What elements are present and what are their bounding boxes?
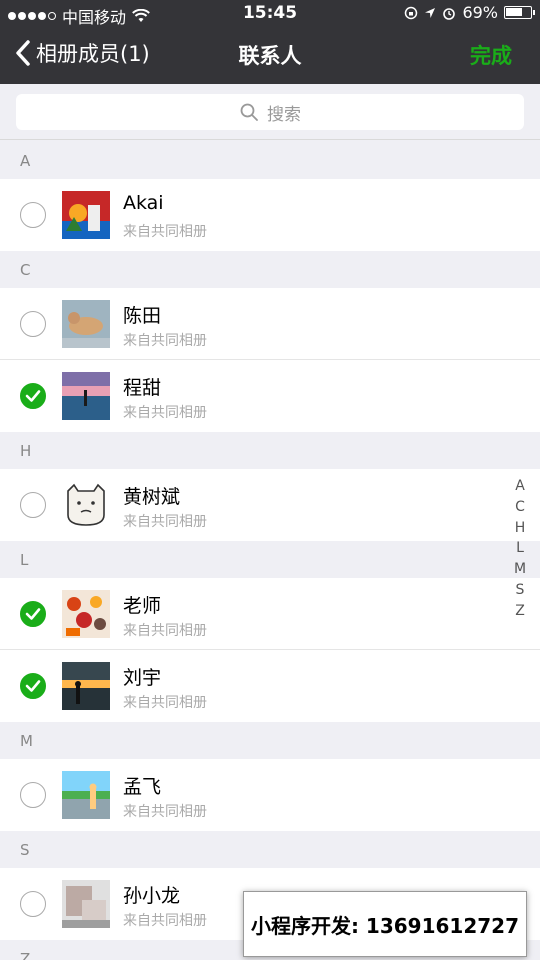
status-right: 69% — [404, 3, 535, 22]
checkmark-icon — [25, 608, 41, 620]
avatar — [62, 191, 110, 239]
index-letter-l[interactable]: L — [516, 538, 524, 559]
done-button[interactable]: 完成 — [470, 40, 512, 70]
contact-name: Akai — [123, 192, 164, 214]
contact-subtitle: 来自共同相册 — [123, 224, 207, 240]
contact-subtitle: 来自共同相册 — [123, 623, 207, 639]
contact-name: 陈田 — [123, 305, 162, 327]
search-placeholder: 搜索 — [267, 104, 301, 125]
section-header-m: M — [0, 722, 540, 759]
contact-name: 刘宇 — [123, 667, 162, 689]
contact-row[interactable]: Akai 来自共同相册 — [0, 179, 540, 251]
rotation-lock-icon — [405, 6, 418, 19]
avatar — [62, 372, 110, 420]
contact-row[interactable]: 程甜 来自共同相册 — [0, 360, 540, 432]
select-checkbox[interactable] — [20, 202, 46, 228]
contact-subtitle: 来自共同相册 — [123, 405, 207, 421]
index-letter-a[interactable]: A — [515, 476, 525, 497]
avatar — [62, 590, 110, 638]
section-header-a: A — [0, 142, 540, 179]
contact-row[interactable]: 老师 来自共同相册 — [0, 578, 540, 650]
battery-percent: 69% — [462, 3, 498, 22]
select-checkbox[interactable] — [20, 601, 46, 627]
alarm-icon — [443, 7, 456, 20]
contact-row[interactable]: 陈田 来自共同相册 — [0, 288, 540, 360]
contact-name: 程甜 — [123, 377, 162, 399]
checkmark-icon — [25, 680, 41, 692]
avatar — [62, 771, 110, 819]
index-letter-z[interactable]: Z — [515, 601, 525, 622]
contact-list: A Akai 来自共同相册 C 陈田 来自共同相册 程甜 来自共同相册 H 黄树… — [0, 142, 540, 960]
index-letter-m[interactable]: M — [514, 559, 526, 580]
promo-banner: 小程序开发: 13691612727 — [243, 891, 527, 957]
search-area: 搜索 — [0, 84, 540, 140]
section-header-c: C — [0, 251, 540, 288]
navigation-bar: 相册成员(1) 联系人 完成 — [0, 28, 540, 84]
alphabet-index[interactable]: A C H L M S Z — [508, 476, 532, 622]
battery-icon — [504, 6, 535, 19]
contact-name: 老师 — [123, 595, 162, 617]
section-header-s: S — [0, 831, 540, 868]
index-letter-s[interactable]: S — [516, 580, 525, 601]
avatar — [62, 662, 110, 710]
avatar — [62, 880, 110, 928]
contact-subtitle: 来自共同相册 — [123, 695, 207, 711]
avatar — [62, 300, 110, 348]
search-input[interactable]: 搜索 — [16, 94, 524, 130]
select-checkbox[interactable] — [20, 673, 46, 699]
search-icon — [240, 103, 258, 121]
location-arrow-icon — [425, 7, 436, 18]
select-checkbox[interactable] — [20, 891, 46, 917]
avatar — [62, 481, 110, 529]
contact-subtitle: 来自共同相册 — [123, 514, 207, 530]
chevron-left-icon — [16, 40, 30, 66]
section-header-h: H — [0, 432, 540, 469]
index-letter-h[interactable]: H — [515, 518, 526, 539]
contact-name: 孟飞 — [123, 776, 162, 798]
contact-name: 黄树斌 — [123, 486, 181, 508]
contact-row[interactable]: 刘宇 来自共同相册 — [0, 650, 540, 722]
status-bar: 中国移动 15:45 69% — [0, 0, 540, 28]
contact-subtitle: 来自共同相册 — [123, 804, 207, 820]
contact-subtitle: 来自共同相册 — [123, 913, 207, 929]
index-letter-c[interactable]: C — [515, 497, 525, 518]
top-bar: 中国移动 15:45 69% 相册成员(1) 联系人 完成 — [0, 0, 540, 84]
contact-row[interactable]: 黄树斌 来自共同相册 — [0, 469, 540, 541]
select-checkbox[interactable] — [20, 383, 46, 409]
contact-subtitle: 来自共同相册 — [123, 333, 207, 349]
back-button[interactable]: 相册成员(1) — [14, 38, 150, 68]
contact-name: 孙小龙 — [123, 885, 181, 907]
back-label: 相册成员(1) — [36, 42, 150, 66]
section-header-l: L — [0, 541, 540, 578]
checkmark-icon — [25, 390, 41, 402]
select-checkbox[interactable] — [20, 492, 46, 518]
select-checkbox[interactable] — [20, 782, 46, 808]
contact-row[interactable]: 孟飞 来自共同相册 — [0, 759, 540, 831]
select-checkbox[interactable] — [20, 311, 46, 337]
